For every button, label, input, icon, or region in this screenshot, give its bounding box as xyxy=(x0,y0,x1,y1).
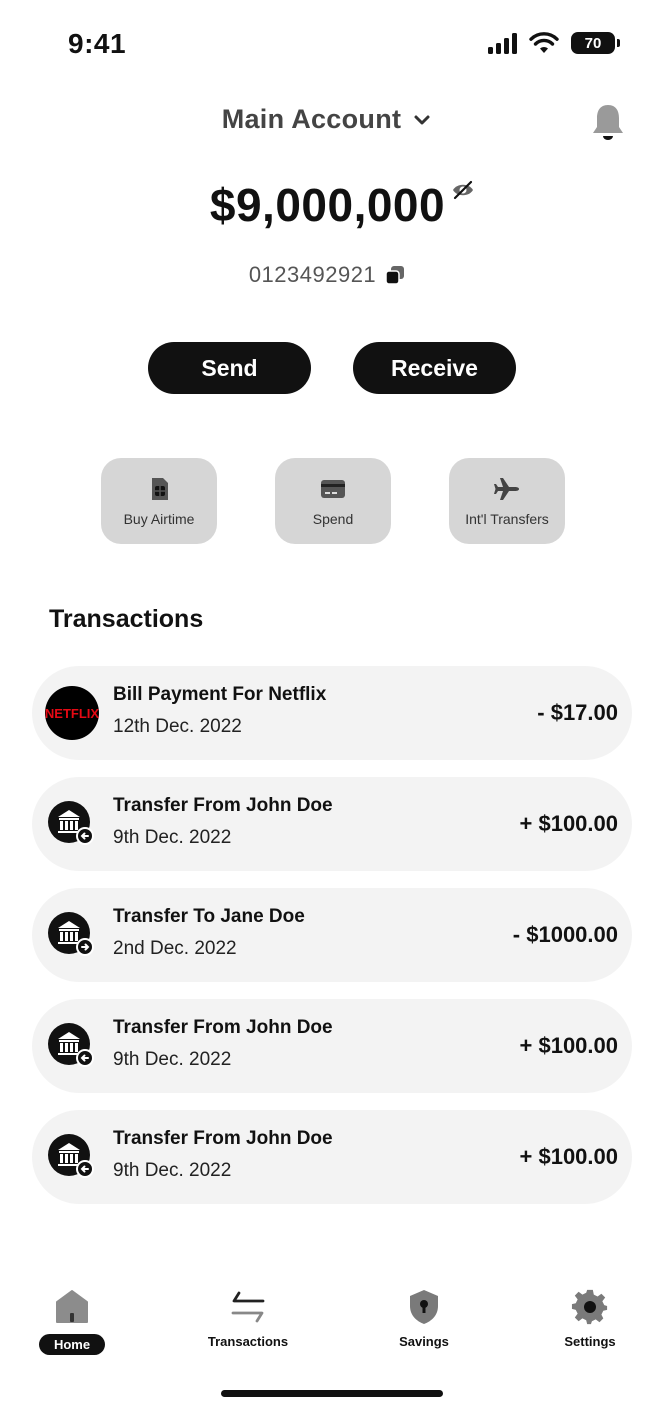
buy-airtime-label: Buy Airtime xyxy=(123,511,195,527)
copy-icon[interactable] xyxy=(384,264,406,286)
battery-icon: 70 xyxy=(571,32,620,54)
home-indicator[interactable] xyxy=(221,1390,443,1397)
transaction-date: 12th Dec. 2022 xyxy=(113,716,242,737)
transactions-list: NETFLIX Bill Payment For Netflix 12th De… xyxy=(32,666,632,1221)
transaction-row[interactable]: Transfer To Jane Doe 2nd Dec. 2022 - $10… xyxy=(32,888,632,982)
transactions-heading: Transactions xyxy=(49,605,204,633)
bank-incoming-icon xyxy=(48,801,94,845)
bank-incoming-icon xyxy=(48,1134,94,1178)
spend-button[interactable]: Spend xyxy=(275,458,391,544)
transaction-date: 9th Dec. 2022 xyxy=(113,1160,232,1181)
account-selector[interactable]: Main Account xyxy=(0,104,655,135)
transaction-title: Bill Payment For Netflix xyxy=(113,684,327,705)
spend-label: Spend xyxy=(312,511,354,527)
receive-button[interactable]: Receive xyxy=(353,342,516,394)
home-icon xyxy=(56,1290,88,1323)
status-icons: 70 xyxy=(488,32,620,54)
sim-card-icon xyxy=(152,478,168,500)
transaction-title: Transfer To Jane Doe xyxy=(113,906,305,927)
shield-lock-icon xyxy=(410,1290,438,1324)
chevron-down-icon[interactable] xyxy=(411,109,433,131)
account-name[interactable]: Main Account xyxy=(222,104,402,135)
transfer-arrows-icon xyxy=(231,1291,265,1323)
nav-transactions[interactable]: Transactions xyxy=(198,1288,298,1349)
transaction-date: 2nd Dec. 2022 xyxy=(113,938,237,959)
buy-airtime-button[interactable]: Buy Airtime xyxy=(101,458,217,544)
intl-transfers-label: Int'l Transfers xyxy=(465,511,549,527)
hide-balance-eye-icon[interactable] xyxy=(451,178,475,202)
netflix-logo-icon: NETFLIX xyxy=(45,686,99,740)
gear-icon xyxy=(571,1289,608,1325)
transaction-amount: - $1000.00 xyxy=(512,922,618,947)
transaction-title: Transfer From John Doe xyxy=(113,1017,333,1038)
nav-savings-label: Savings xyxy=(399,1334,449,1349)
status-bar: 9:41 70 xyxy=(0,0,655,92)
airplane-icon xyxy=(494,478,519,500)
bank-outgoing-icon xyxy=(48,912,94,956)
transaction-row[interactable]: Transfer From John Doe 9th Dec. 2022 + $… xyxy=(32,1110,632,1204)
transaction-date: 9th Dec. 2022 xyxy=(113,827,232,848)
nav-settings-label: Settings xyxy=(564,1334,616,1349)
cellular-signal-icon xyxy=(488,32,517,54)
transaction-date: 9th Dec. 2022 xyxy=(113,1049,232,1070)
transaction-amount: + $100.00 xyxy=(519,811,618,836)
nav-settings[interactable]: Settings xyxy=(550,1288,630,1349)
account-number: 0123492921 xyxy=(248,262,377,287)
transaction-title: Transfer From John Doe xyxy=(113,795,333,816)
nav-transactions-label: Transactions xyxy=(207,1334,289,1349)
transaction-title: Transfer From John Doe xyxy=(113,1128,333,1149)
transaction-amount: + $100.00 xyxy=(519,1144,618,1169)
transaction-row[interactable]: Transfer From John Doe 9th Dec. 2022 + $… xyxy=(32,777,632,871)
transaction-amount: + $100.00 xyxy=(519,1033,618,1058)
nav-savings[interactable]: Savings xyxy=(384,1288,464,1349)
card-icon xyxy=(321,480,345,498)
netflix-logo-text: NETFLIX xyxy=(45,706,99,721)
notification-bell-icon[interactable] xyxy=(590,102,626,144)
intl-transfers-button[interactable]: Int'l Transfers xyxy=(449,458,565,544)
balance-display: $9,000,000 xyxy=(0,178,655,232)
balance-amount: $9,000,000 xyxy=(209,179,446,231)
transaction-row[interactable]: Transfer From John Doe 9th Dec. 2022 + $… xyxy=(32,999,632,1093)
send-button[interactable]: Send xyxy=(148,342,311,394)
transaction-row[interactable]: NETFLIX Bill Payment For Netflix 12th De… xyxy=(32,666,632,760)
status-time: 9:41 xyxy=(68,28,127,59)
bottom-navigation: Home Transactions Savings Settings xyxy=(0,1288,655,1378)
nav-home-label: Home xyxy=(38,1334,106,1355)
nav-home[interactable]: Home xyxy=(36,1288,108,1355)
wifi-icon xyxy=(529,32,559,53)
account-number-row: 0123492921 xyxy=(0,262,655,288)
transaction-amount: - $17.00 xyxy=(537,700,618,725)
bank-incoming-icon xyxy=(48,1023,94,1067)
battery-level: 70 xyxy=(584,34,602,52)
